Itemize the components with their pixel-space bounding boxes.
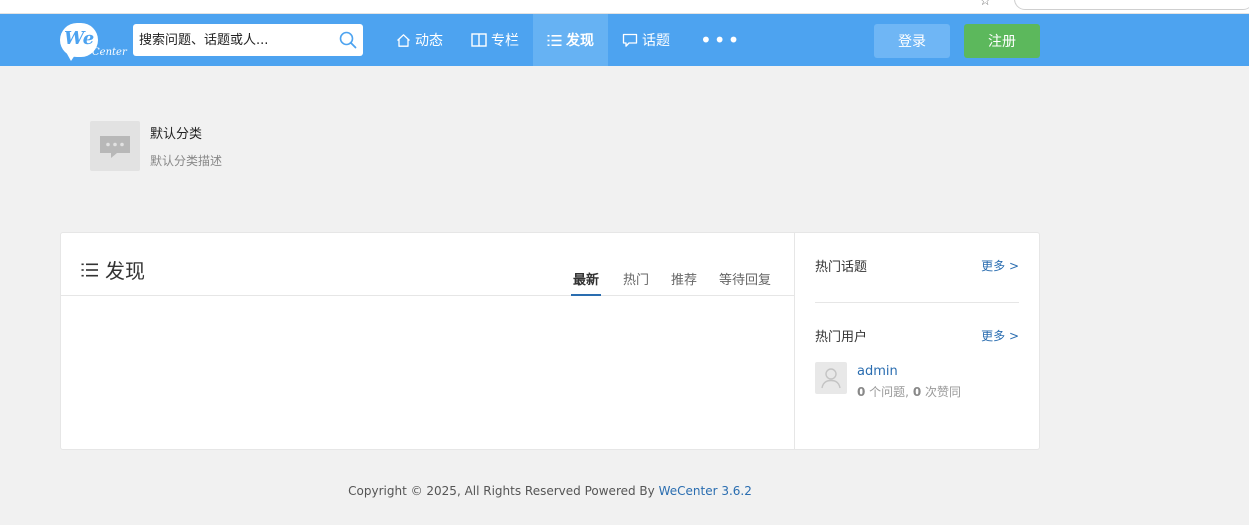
search-input[interactable] <box>133 24 333 56</box>
copyright-text: Copyright © 2025, All Rights Reserved Po… <box>348 484 659 498</box>
nav-item-discover[interactable]: 发现 <box>533 14 608 66</box>
register-button[interactable]: 注册 <box>964 24 1040 58</box>
discover-tabs: 最新 热门 推荐 等待回复 <box>549 269 771 296</box>
comment-icon <box>622 33 638 47</box>
page-title: 发现 <box>81 255 145 284</box>
category-description: 默认分类描述 <box>150 154 223 168</box>
logo-bubble-tail <box>66 52 77 61</box>
like-count: 0 <box>912 385 922 399</box>
browser-profile-pill[interactable] <box>1014 0 1249 10</box>
nav-item-columns[interactable]: 专栏 <box>457 14 533 66</box>
nav-label: 专栏 <box>491 33 519 49</box>
nav-item-topics[interactable]: 话题 <box>608 14 684 66</box>
user-silhouette-icon <box>821 368 841 389</box>
question-count-label: 个问题, <box>865 385 913 399</box>
user-stats: 0 个问题, 0 次赞同 <box>857 383 961 400</box>
logo-text-center: Center <box>92 47 127 58</box>
nav-more-dots-icon[interactable]: ••• <box>684 14 757 66</box>
tab-awaiting-reply[interactable]: 等待回复 <box>719 269 771 296</box>
main-nav: 动态 专栏 发现 话题 ••• <box>382 14 757 66</box>
wecenter-logo[interactable]: We Center <box>58 22 127 64</box>
hot-topics-title: 热门话题 <box>815 259 868 275</box>
tab-latest[interactable]: 最新 <box>570 269 601 296</box>
search-icon[interactable] <box>339 31 357 49</box>
discover-main: 发现 最新 热门 推荐 等待回复 <box>61 233 795 449</box>
discover-header: 发现 最新 热门 推荐 等待回复 <box>61 233 795 296</box>
hot-topics-header: 热门话题 更多 > <box>815 255 1019 275</box>
sidebar-divider <box>815 302 1019 303</box>
hot-users-more-link[interactable]: 更多 > <box>981 327 1019 344</box>
page-title-text: 发现 <box>105 259 145 283</box>
wecenter-link[interactable]: WeCenter 3.6.2 <box>659 484 752 498</box>
columns-icon <box>471 33 487 47</box>
tab-hot[interactable]: 热门 <box>623 269 649 296</box>
browser-chrome-strip: ☆ <box>0 0 1249 14</box>
nav-label: 动态 <box>415 33 443 49</box>
hot-users-title: 热门用户 <box>815 329 868 345</box>
top-navbar: We Center 动态 专栏 <box>0 14 1249 66</box>
category-avatar <box>90 121 140 171</box>
hot-users-header: 热门用户 更多 > <box>815 325 1019 345</box>
sidebar: 热门话题 更多 > 热门用户 更多 > admin 0 个问题, 0 次赞同 <box>795 233 1039 449</box>
tab-recommended[interactable]: 推荐 <box>671 269 697 296</box>
chat-bubble-icon <box>100 136 130 158</box>
nav-item-dynamic[interactable]: 动态 <box>382 14 457 66</box>
bookmark-star-icon[interactable]: ☆ <box>979 0 991 9</box>
content-panel: 发现 最新 热门 推荐 等待回复 热门话题 更多 > 热门用户 更多 > adm <box>60 232 1040 450</box>
logo-text-we: We <box>64 28 95 49</box>
category-title: 默认分类 <box>150 127 203 142</box>
footer: Copyright © 2025, All Rights Reserved Po… <box>0 484 1100 498</box>
nav-label: 话题 <box>642 33 670 49</box>
hot-topics-more-link[interactable]: 更多 > <box>981 257 1019 274</box>
list-icon <box>81 263 98 276</box>
home-icon <box>397 33 410 47</box>
nav-label: 发现 <box>566 33 594 49</box>
list-icon <box>547 34 562 46</box>
avatar[interactable] <box>815 362 847 394</box>
login-button[interactable]: 登录 <box>874 24 950 58</box>
search-box <box>133 24 363 56</box>
user-name-link[interactable]: admin <box>857 364 898 379</box>
like-count-label: 次赞同 <box>921 385 961 399</box>
